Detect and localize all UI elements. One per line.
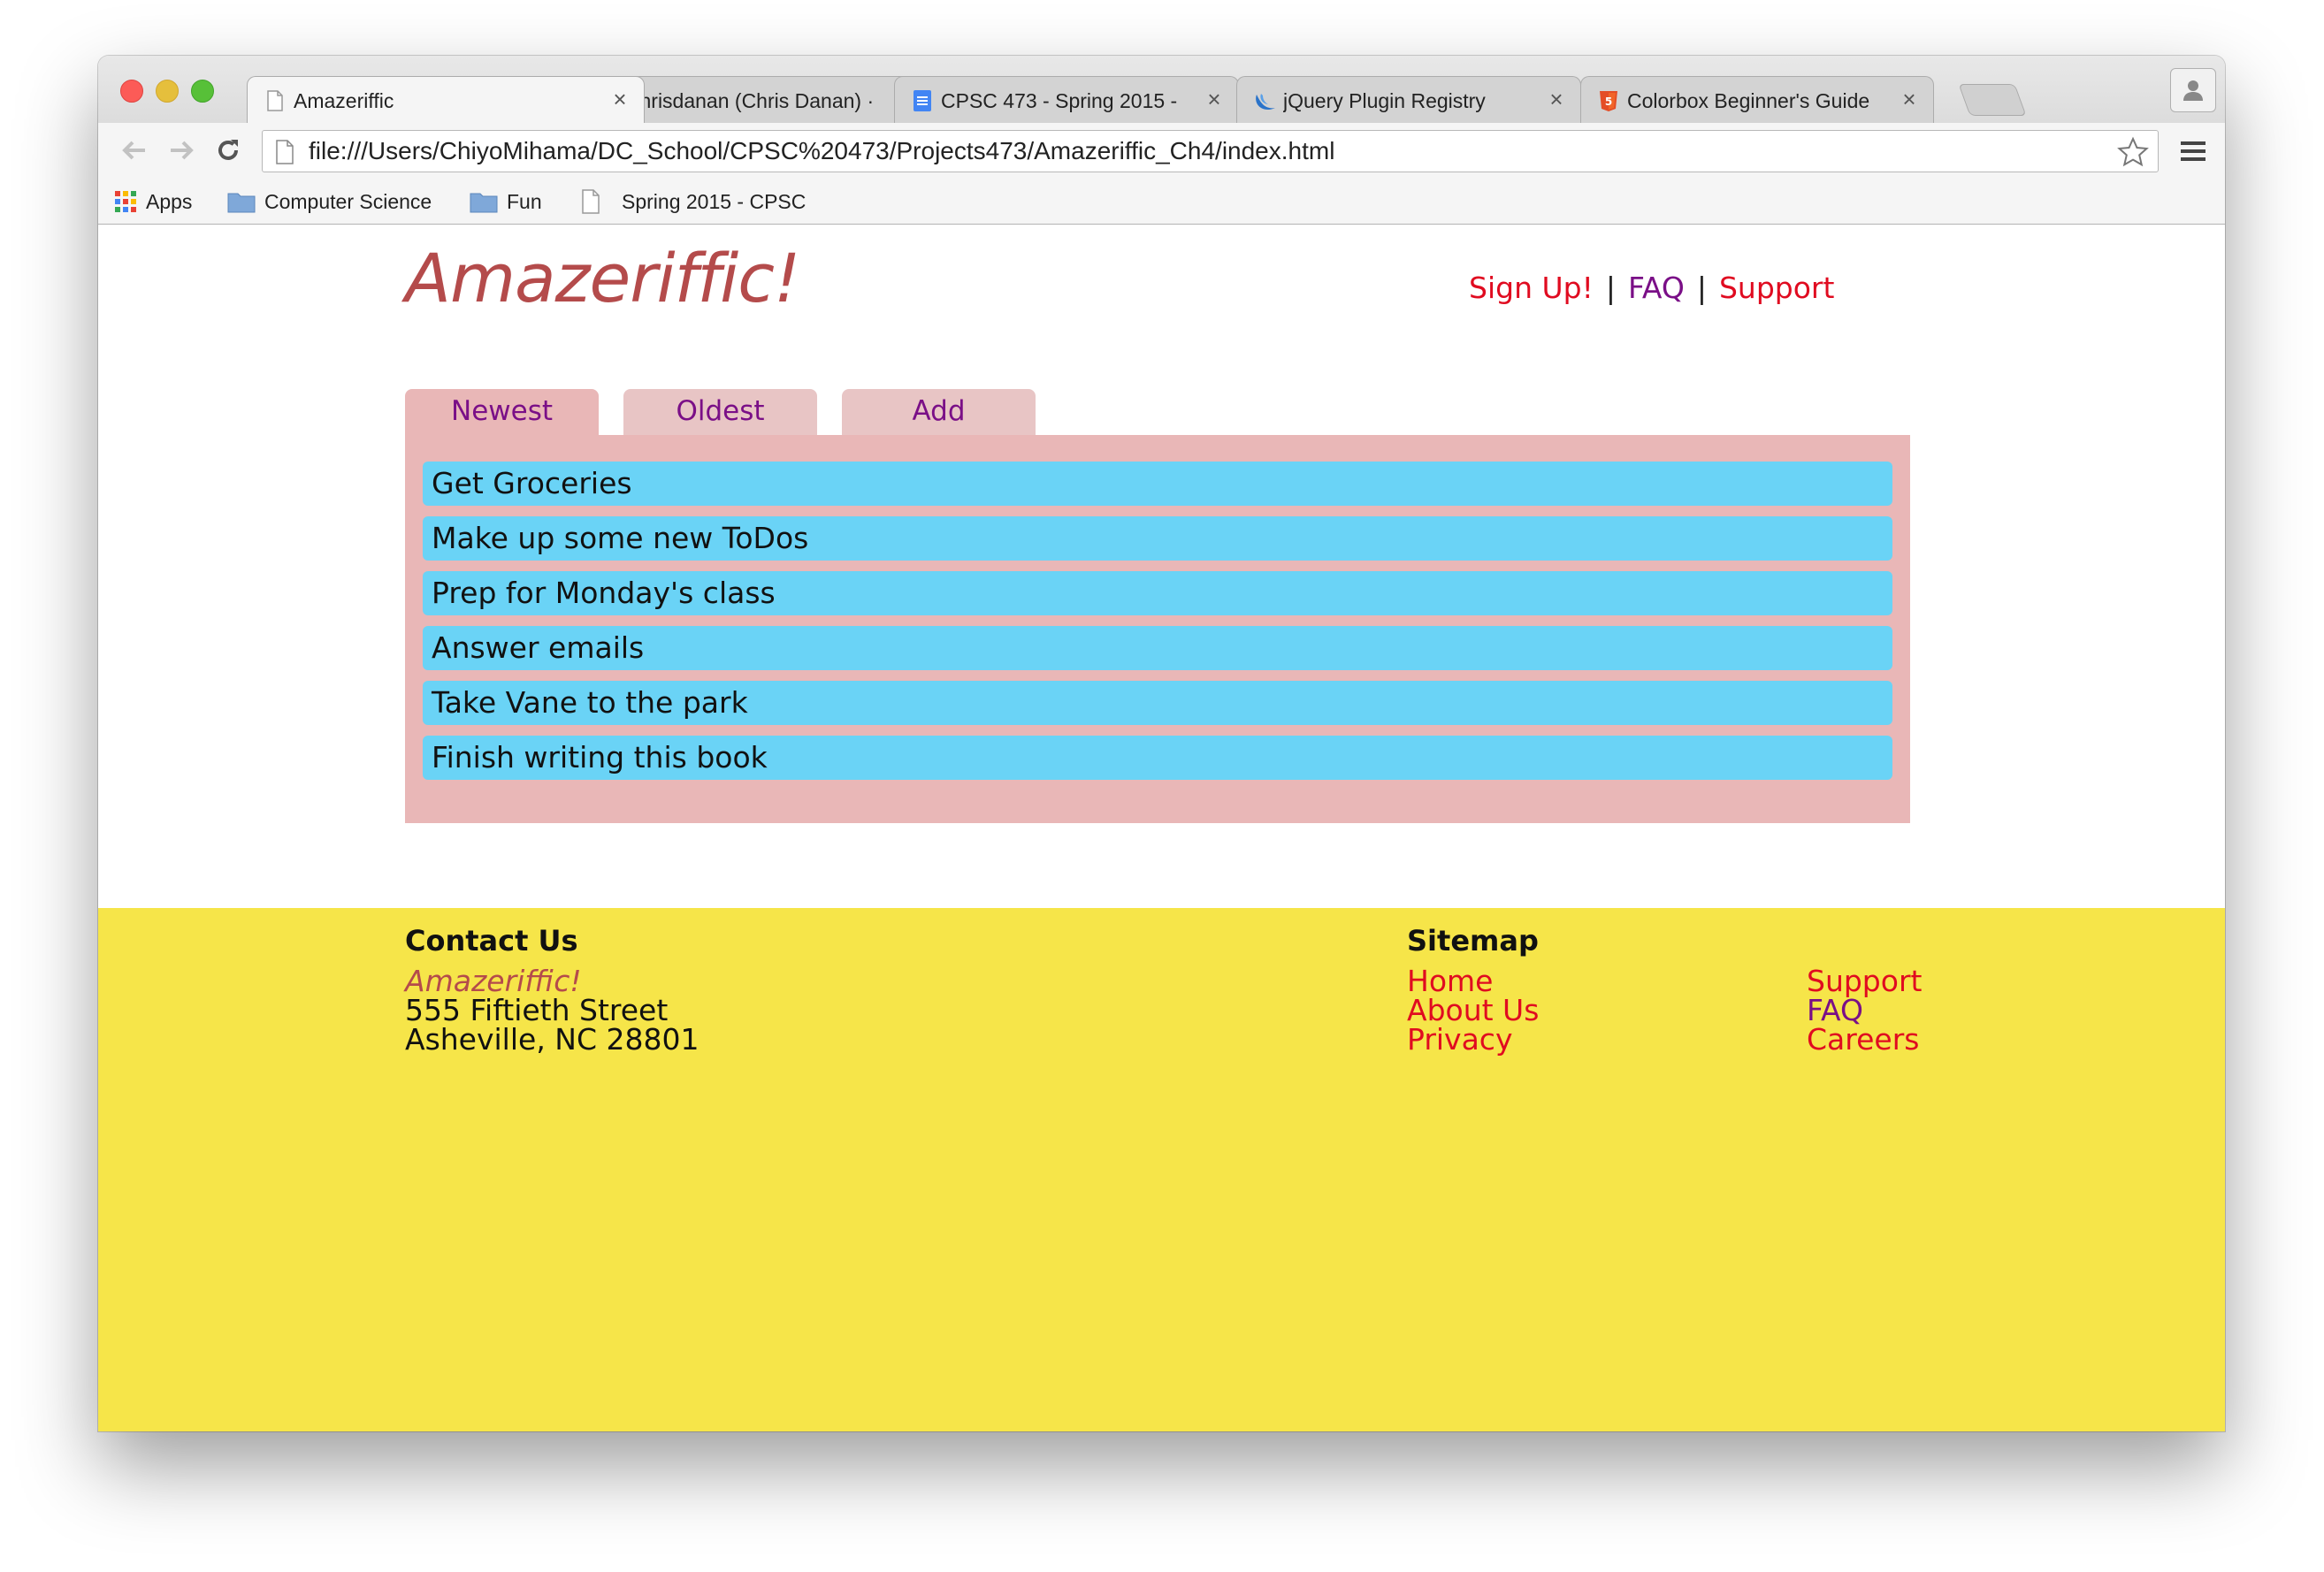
footer-link-careers[interactable]: Careers (1807, 1025, 1922, 1054)
footer-link-about-us[interactable]: About Us (1407, 996, 1539, 1025)
bookmark-fun[interactable]: Fun (470, 179, 542, 225)
browser-tab-google-docs[interactable]: CPSC 473 - Spring 2015 - × (894, 76, 1239, 123)
google-docs-icon (911, 89, 934, 112)
nav-separator: | (1605, 271, 1616, 305)
contact-heading: Contact Us (405, 924, 578, 958)
bookmark-star-icon[interactable] (2117, 136, 2149, 172)
tab-oldest[interactable]: Oldest (623, 389, 817, 436)
browser-window: Amazeriffic × chrisdanan (Chris Danan) ·… (98, 56, 2225, 1431)
bookmark-label: Apps (146, 189, 193, 213)
sitemap-heading: Sitemap (1407, 924, 1539, 958)
hamburger-menu-icon (2181, 141, 2206, 161)
person-icon (2183, 80, 2203, 101)
nav-separator: | (1696, 271, 1707, 305)
tab-close-icon[interactable]: × (1203, 88, 1226, 111)
tab-close-icon[interactable]: × (608, 88, 631, 111)
tab-content-panel: Get Groceries Make up some new ToDos Pre… (405, 435, 1910, 823)
bookmarks-bar: Apps Computer Science Fun Spring 2015 - … (98, 179, 2225, 225)
todo-item: Answer emails (423, 626, 1892, 670)
page-viewport: Amazeriffic! Sign Up! | FAQ | Support Newest… (98, 225, 2225, 1431)
page-icon (275, 140, 294, 168)
window-maximize-button[interactable] (191, 80, 214, 103)
apps-grid-icon (114, 190, 137, 213)
page-icon (581, 189, 600, 214)
window-close-button[interactable] (120, 80, 143, 103)
back-button[interactable] (116, 132, 153, 169)
browser-tab-jquery[interactable]: jQuery Plugin Registry × (1236, 76, 1581, 123)
tab-title: CPSC 473 - Spring 2015 - (941, 89, 1178, 112)
todo-item: Make up some new ToDos (423, 516, 1892, 561)
profile-button[interactable] (2170, 68, 2216, 112)
footer-link-support[interactable]: Support (1807, 966, 1922, 996)
arrow-right-icon (171, 141, 194, 160)
signup-link[interactable]: Sign Up! (1469, 271, 1594, 305)
site-footer: Contact Us Amazeriffic! 555 Fiftieth Str… (98, 908, 2225, 1431)
footer-city: Asheville, NC 28801 (405, 1022, 699, 1057)
sitemap-column-2: Support FAQ Careers (1807, 966, 1922, 1054)
tab-title: jQuery Plugin Registry (1283, 89, 1486, 112)
address-bar[interactable]: file:///Users/ChiyoMihama/DC_School/CPSC… (262, 130, 2159, 172)
svg-text:5: 5 (1605, 95, 1612, 108)
url-text[interactable]: file:///Users/ChiyoMihama/DC_School/CPSC… (309, 131, 1334, 172)
footer-link-home[interactable]: Home (1407, 966, 1539, 996)
site-nav: Sign Up! | FAQ | Support (1469, 271, 1834, 305)
reload-button[interactable] (210, 132, 247, 169)
todo-item: Prep for Monday's class (423, 571, 1892, 615)
tab-strip: Amazeriffic × chrisdanan (Chris Danan) ·… (98, 56, 2225, 123)
page-icon (264, 89, 287, 112)
footer-link-privacy[interactable]: Privacy (1407, 1025, 1539, 1054)
todo-item: Get Groceries (423, 462, 1892, 506)
tab-add[interactable]: Add (842, 389, 1036, 436)
folder-icon (227, 190, 256, 213)
todo-item: Finish writing this book (423, 736, 1892, 780)
tab-title: Amazeriffic (294, 89, 394, 112)
bookmark-spring-2015[interactable]: Spring 2015 - CPSC (581, 179, 806, 225)
support-link[interactable]: Support (1719, 271, 1834, 305)
footer-company-name: Amazeriffic! (405, 964, 582, 998)
browser-tab-colorbox[interactable]: 5 Colorbox Beginner's Guide × (1580, 76, 1934, 123)
jquery-icon (1253, 89, 1276, 112)
contact-address: Amazeriffic! 555 Fiftieth Street Ashevil… (405, 966, 699, 1054)
site-logo: Amazeriffic! (405, 239, 800, 317)
html5-icon: 5 (1597, 89, 1620, 112)
todo-list: Get Groceries Make up some new ToDos Pre… (423, 462, 1892, 790)
new-tab-button[interactable] (1958, 84, 2027, 116)
browser-toolbar: file:///Users/ChiyoMihama/DC_School/CPSC… (98, 123, 2225, 179)
bookmark-label: Fun (507, 189, 542, 213)
reload-icon (218, 140, 238, 160)
bookmark-label: Spring 2015 - CPSC (622, 189, 807, 213)
todo-item: Take Vane to the park (423, 681, 1892, 725)
bookmark-apps[interactable]: Apps (114, 179, 192, 225)
sitemap-column-1: Home About Us Privacy (1407, 966, 1539, 1054)
footer-link-faq[interactable]: FAQ (1807, 996, 1922, 1025)
tab-close-icon[interactable]: × (1898, 88, 1921, 111)
footer-street: 555 Fiftieth Street (405, 993, 669, 1027)
arrow-left-icon (122, 141, 145, 160)
tab-title: Colorbox Beginner's Guide (1627, 89, 1870, 112)
bookmark-computer-science[interactable]: Computer Science (227, 179, 432, 225)
faq-link[interactable]: FAQ (1628, 271, 1685, 305)
menu-button[interactable] (2175, 134, 2211, 169)
browser-tab-amazeriffic[interactable]: Amazeriffic × (247, 76, 645, 123)
folder-icon (470, 190, 498, 213)
window-minimize-button[interactable] (156, 80, 179, 103)
tab-title: chrisdanan (Chris Danan) · (630, 89, 875, 112)
tab-newest[interactable]: Newest (405, 389, 599, 437)
forward-button[interactable] (163, 132, 200, 169)
tab-close-icon[interactable]: × (1545, 88, 1568, 111)
bookmark-label: Computer Science (264, 189, 432, 213)
